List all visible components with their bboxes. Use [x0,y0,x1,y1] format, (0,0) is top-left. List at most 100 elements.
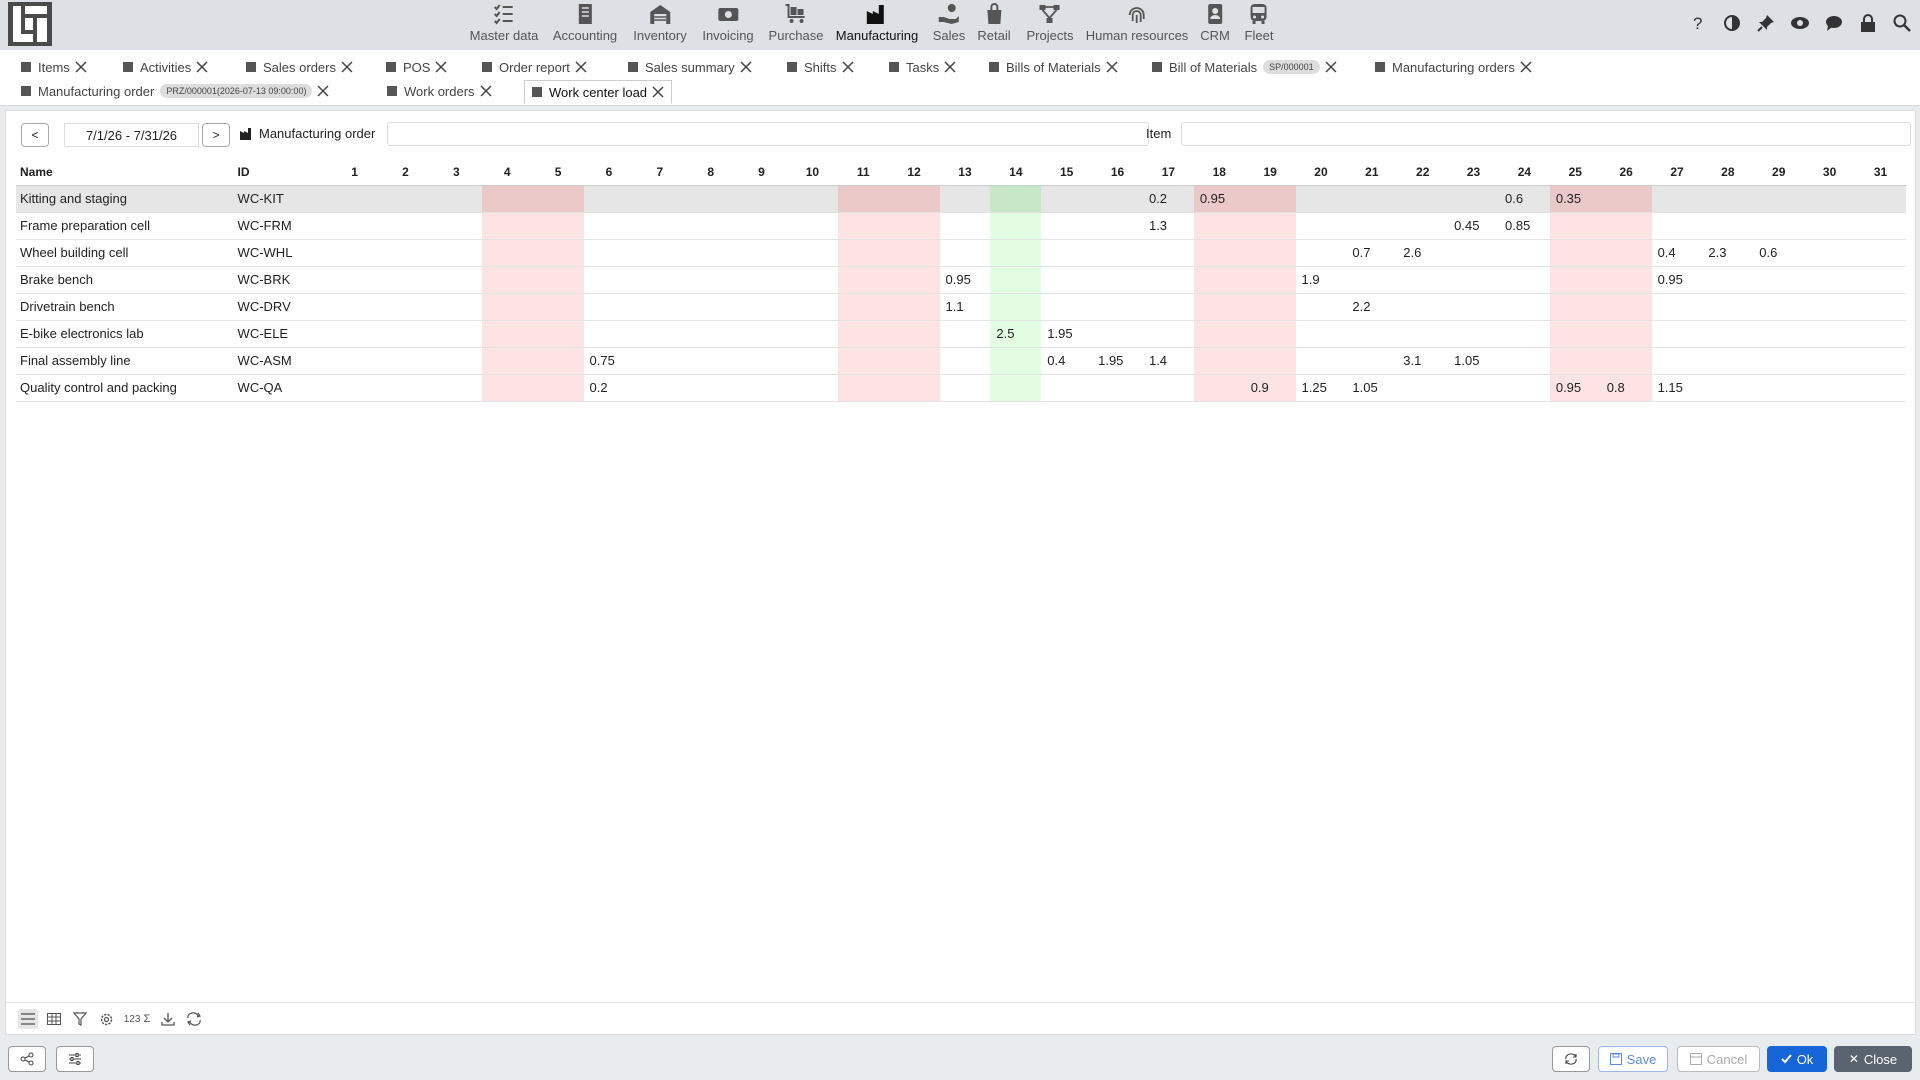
column-header-id[interactable]: ID [233,159,330,186]
load-cell[interactable]: 0.2 [1142,185,1194,213]
load-cell[interactable]: 0.95 [1193,185,1245,213]
load-cell[interactable] [1092,185,1143,213]
load-cell[interactable] [329,239,381,267]
load-cell[interactable]: 1.9 [1295,266,1347,294]
load-cell[interactable] [888,212,940,240]
load-cell[interactable] [1346,185,1398,213]
load-cell[interactable] [1397,293,1449,321]
work-center-id-cell[interactable]: WC-ASM [233,347,330,375]
close-tab-icon[interactable] [943,60,957,74]
load-cell[interactable] [1193,320,1245,348]
tab-items[interactable]: Items [20,56,88,78]
load-cell[interactable] [329,185,381,213]
column-header-day[interactable]: 14 [990,159,1042,186]
load-cell[interactable]: 2.3 [1702,239,1754,267]
column-header-day[interactable]: 19 [1244,159,1296,186]
load-cell[interactable] [1702,347,1754,375]
load-cell[interactable] [939,320,991,348]
load-cell[interactable] [634,293,686,321]
column-header-day[interactable]: 13 [939,159,991,186]
load-cell[interactable] [1753,266,1805,294]
load-cell[interactable] [583,185,635,213]
load-cell[interactable]: 0.2 [583,374,635,402]
table-row[interactable]: Frame preparation cell WC-FRM 1.3 0.45 0.85 [16,212,1906,240]
load-cell[interactable] [1295,320,1347,348]
load-cell[interactable] [786,293,838,321]
load-cell[interactable] [380,347,431,375]
work-center-name-cell[interactable]: Kitting and staging [16,185,234,213]
load-cell[interactable] [1092,239,1143,267]
tab-activities[interactable]: Activities [122,56,209,78]
load-cell[interactable] [634,266,686,294]
work-center-name-cell[interactable]: Quality control and packing [16,374,234,402]
search-icon[interactable] [1892,13,1912,33]
column-header-day[interactable]: 10 [786,159,838,186]
load-cell[interactable] [786,239,838,267]
load-cell[interactable] [786,347,838,375]
load-cell[interactable] [1651,347,1703,375]
nav-item-crm[interactable]: CRM [1200,3,1230,43]
load-cell[interactable] [1753,212,1805,240]
load-cell[interactable]: 0.75 [583,347,635,375]
load-cell[interactable] [837,239,889,267]
load-cell[interactable] [1193,239,1245,267]
load-cell[interactable] [990,212,1042,240]
load-cell[interactable] [634,347,686,375]
load-cell[interactable] [1142,266,1194,294]
load-cell[interactable] [1397,266,1449,294]
load-cell[interactable]: 1.4 [1142,347,1194,375]
load-cell[interactable]: 0.8 [1600,374,1652,402]
load-cell[interactable] [1346,320,1398,348]
work-center-name-cell[interactable]: Wheel building cell [16,239,234,267]
load-cell[interactable] [1142,293,1194,321]
load-cell[interactable] [1295,239,1347,267]
load-cell[interactable] [1295,212,1347,240]
column-header-day[interactable]: 12 [888,159,940,186]
load-cell[interactable] [1295,347,1347,375]
options-button[interactable] [56,1046,94,1072]
load-cell[interactable] [532,212,584,240]
load-cell[interactable] [736,266,787,294]
load-cell[interactable] [1549,239,1601,267]
load-cell[interactable] [1346,266,1398,294]
load-cell[interactable] [1397,212,1449,240]
load-cell[interactable] [532,374,584,402]
load-cell[interactable] [532,185,584,213]
column-header-day[interactable]: 27 [1651,159,1703,186]
load-cell[interactable] [1295,185,1347,213]
tab-sales-orders[interactable]: Sales orders [245,56,354,78]
load-cell[interactable] [685,185,737,213]
table-row[interactable]: Quality control and packing WC-QA 0.2 0.9 1.… [16,374,1906,402]
load-cell[interactable] [1041,212,1093,240]
tab-sales-summary[interactable]: Sales summary [627,56,753,78]
load-cell[interactable] [1346,212,1398,240]
load-cell[interactable] [1092,374,1143,402]
filter-icon[interactable] [70,1009,90,1029]
download-icon[interactable] [158,1009,178,1029]
load-cell[interactable] [990,239,1042,267]
work-center-id-cell[interactable]: WC-FRM [233,212,330,240]
load-cell[interactable] [1855,347,1906,375]
load-cell[interactable] [1448,266,1499,294]
cancel-button[interactable]: Cancel [1677,1046,1760,1072]
load-cell[interactable] [1498,293,1550,321]
load-cell[interactable] [1244,212,1296,240]
load-cell[interactable] [888,374,940,402]
load-cell[interactable] [837,293,889,321]
list-view-icon[interactable] [18,1009,38,1029]
load-cell[interactable]: 1.1 [939,293,991,321]
load-cell[interactable]: 0.95 [1549,374,1601,402]
load-cell[interactable]: 0.35 [1549,185,1601,213]
close-tab-icon[interactable] [1519,60,1533,74]
close-tab-icon[interactable] [651,85,665,99]
load-cell[interactable]: 3.1 [1397,347,1449,375]
close-tab-icon[interactable] [434,60,448,74]
work-center-id-cell[interactable]: WC-DRV [233,293,330,321]
load-cell[interactable] [1651,320,1703,348]
load-cell[interactable] [1041,266,1093,294]
close-tab-icon[interactable] [841,60,855,74]
column-header-day[interactable]: 23 [1448,159,1499,186]
load-cell[interactable] [481,212,533,240]
load-cell[interactable] [837,212,889,240]
load-cell[interactable] [1702,212,1754,240]
